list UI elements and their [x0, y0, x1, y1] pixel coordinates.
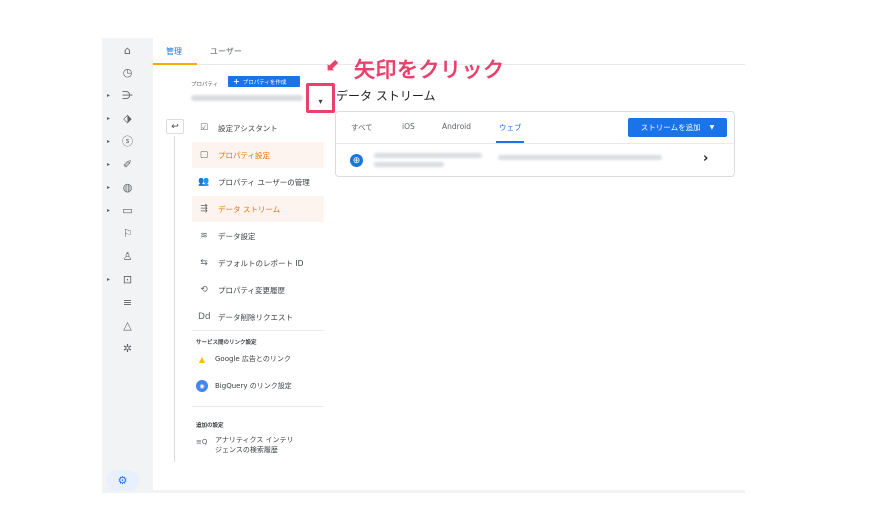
google-ads-icon: ▲ — [198, 354, 206, 364]
menu-label: プロパティ ユーザーの管理 — [218, 177, 310, 187]
nav-rail: ⌂ ◷ ▸ ⋺ ▸ ⬗ ▸ ⓢ ▸ ✐ ▸ ◍ ▸ ▭ ⚐ ♙ ▸ ⊡ ≡ △ ✲ ⚙ — [102, 38, 153, 493]
caret-down-icon: ▾ — [318, 96, 323, 106]
tree-line — [174, 136, 175, 462]
menu-label: プロパティ設定 — [218, 150, 271, 160]
annotation-arrow-icon: ⬋ — [326, 55, 341, 75]
chevron-right-icon: › — [703, 151, 709, 166]
additional-settings-title: 追加の設定 — [196, 423, 224, 429]
flow-icon[interactable]: ▸ ⋺ — [102, 85, 153, 105]
bigquery-link[interactable]: ◉ BigQuery のリンク設定 — [196, 380, 324, 392]
tab-web[interactable]: ウェブ — [499, 122, 522, 133]
analytics-intelligence-search-history[interactable]: ≡Q アナリティクス インテリ ジェンスの検索履歴 — [196, 435, 293, 455]
tab-android[interactable]: Android — [442, 122, 471, 131]
users-icon: 👥 — [198, 177, 210, 187]
create-property-button[interactable]: + プロパティを作成 — [228, 76, 300, 87]
back-arrow-icon: ↩ — [171, 121, 179, 132]
menu-label: プロパティ変更履歴 — [218, 285, 286, 295]
menu-data-streams[interactable]: ⇶ データ ストリーム — [192, 196, 324, 222]
data-streams-card: すべて iOS Android ウェブ ストリームを追加 ▼ ⊕ › — [335, 111, 735, 177]
menu-setup-assistant[interactable]: ☑ 設定アシスタント — [192, 115, 324, 141]
bigquery-icon: ◉ — [196, 380, 208, 392]
stream-id-blurred — [498, 155, 662, 160]
streams-icon: ⇶ — [200, 204, 208, 214]
shapes-icon[interactable]: △ — [102, 315, 153, 335]
globe-rail-icon[interactable]: ▸ ◍ — [102, 177, 153, 197]
menu-divider — [192, 406, 324, 407]
deletion-icon: Dd — [198, 312, 211, 322]
tag-icon[interactable]: ▸ ⬗ — [102, 108, 153, 128]
property-icon: ▢ — [199, 150, 209, 160]
reporting-id-icon: ⇆ — [200, 258, 208, 268]
stream-name-blurred — [374, 153, 482, 158]
person-icon[interactable]: ♙ — [102, 246, 153, 266]
clock-icon[interactable]: ◷ — [102, 62, 153, 82]
menu-data-settings[interactable]: ≋ データ設定 — [192, 223, 324, 249]
tab-web-underline — [496, 141, 524, 143]
menu-divider — [192, 330, 324, 331]
checklist-icon: ☑ — [199, 123, 209, 133]
database-icon: ≋ — [200, 231, 208, 241]
plus-icon: + — [233, 77, 240, 86]
stream-filter-tabs: すべて iOS Android ウェブ ストリームを追加 ▼ — [336, 112, 734, 144]
create-property-label: プロパティを作成 — [242, 79, 287, 86]
analytics-admin-app: ⌂ ◷ ▸ ⋺ ▸ ⬗ ▸ ⓢ ▸ ✐ ▸ ◍ ▸ ▭ ⚐ ♙ ▸ ⊡ ≡ △ ✲ ⚙ 管理 … — [102, 38, 745, 493]
property-label: プロパティ — [191, 82, 219, 88]
service-links-title: サービス間のリンク設定 — [196, 340, 257, 346]
devices-icon[interactable]: ▸ ▭ — [102, 200, 153, 220]
property-name-blurred[interactable] — [191, 95, 303, 101]
menu-label: 設定アシスタント — [218, 123, 278, 133]
menu-default-reporting-id[interactable]: ⇆ デフォルトのレポート ID — [192, 250, 324, 276]
history-icon: ⟲ — [200, 285, 208, 295]
property-dropdown-button[interactable]: ▾ — [306, 83, 335, 113]
menu-label: データ ストリーム — [218, 204, 281, 214]
stream-row[interactable]: ⊕ › — [336, 145, 734, 176]
stream-url-blurred — [374, 162, 444, 167]
web-globe-icon: ⊕ — [350, 154, 363, 167]
dollar-icon[interactable]: ▸ ⓢ — [102, 131, 153, 151]
tab-ios[interactable]: iOS — [402, 122, 415, 131]
page-title: データ ストリーム — [336, 89, 436, 103]
search-list-icon: ≡Q — [196, 438, 208, 446]
menu-property-settings[interactable]: ▢ プロパティ設定 — [192, 142, 324, 168]
google-ads-label: Google 広告とのリンク — [215, 355, 291, 363]
tab-admin-underline — [153, 63, 197, 65]
menu-label: デフォルトのレポート ID — [218, 258, 304, 268]
admin-gear-icon[interactable]: ⚙ — [106, 470, 139, 491]
report-icon[interactable]: ▸ ⊡ — [102, 269, 153, 289]
flag-icon[interactable]: ⚐ — [102, 223, 153, 243]
menu-label: データ削除リクエスト — [218, 312, 293, 322]
home-icon[interactable]: ⌂ — [102, 40, 153, 60]
search-history-line2: ジェンスの検索履歴 — [215, 446, 278, 454]
annotation-text: 矢印をクリック — [354, 58, 505, 82]
tools-icon[interactable]: ▸ ✐ — [102, 154, 153, 174]
menu-property-user-management[interactable]: 👥 プロパティ ユーザーの管理 — [192, 169, 324, 195]
list-icon[interactable]: ≡ — [102, 292, 153, 312]
bigquery-label: BigQuery のリンク設定 — [215, 382, 292, 390]
menu-label: データ設定 — [218, 231, 256, 241]
bottom-divider — [153, 490, 745, 493]
bug-icon[interactable]: ✲ — [102, 338, 153, 358]
google-ads-link[interactable]: ▲ Google 広告とのリンク — [196, 353, 324, 365]
menu-data-deletion-requests[interactable]: Dd データ削除リクエスト — [192, 304, 324, 330]
caret-down-icon: ▼ — [709, 124, 715, 131]
back-button[interactable]: ↩ — [166, 119, 184, 134]
menu-property-change-history[interactable]: ⟲ プロパティ変更履歴 — [192, 277, 324, 303]
search-history-line1: アナリティクス インテリ — [215, 436, 294, 444]
add-stream-button[interactable]: ストリームを追加 ▼ — [628, 118, 727, 137]
tab-admin[interactable]: 管理 — [166, 46, 182, 57]
add-stream-label: ストリームを追加 — [640, 123, 701, 132]
tab-users[interactable]: ユーザー — [210, 46, 242, 57]
tab-all[interactable]: すべて — [351, 122, 373, 133]
